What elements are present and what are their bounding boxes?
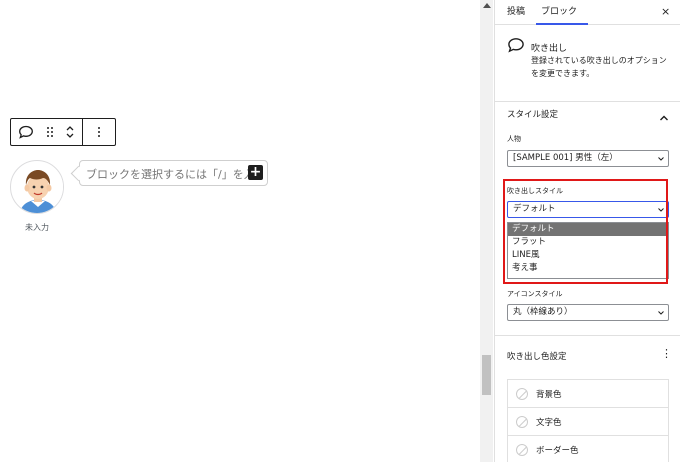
empty-swatch-icon: [516, 444, 528, 456]
empty-swatch-icon: [516, 416, 528, 428]
chevron-up-down-icon: [66, 126, 74, 138]
color-item-label: 背景色: [536, 390, 562, 400]
empty-swatch-icon: [516, 388, 528, 400]
block-options-button[interactable]: [83, 119, 115, 145]
avatar: [10, 160, 64, 214]
more-vertical-icon[interactable]: ⋮: [661, 348, 672, 360]
bubble-tail: [70, 165, 87, 182]
block-card-title: 吹き出し: [531, 44, 568, 54]
editor-canvas: 未入力 ブロックを選択するには「/」を入力 +: [0, 0, 480, 462]
icon-style-label: アイコンスタイル: [507, 290, 563, 298]
close-icon[interactable]: ×: [661, 6, 670, 18]
color-panel-title: 吹き出し色設定: [507, 352, 567, 362]
tab-block[interactable]: ブロック: [537, 0, 581, 25]
block-card: 吹き出し 登録されている吹き出しのオプションを変更できます。: [495, 26, 680, 102]
tab-post[interactable]: 投稿: [507, 0, 525, 25]
drag-handle[interactable]: [41, 119, 59, 145]
panel-divider: [495, 335, 680, 336]
color-item-border[interactable]: ボーダー色: [508, 436, 668, 462]
color-item-background[interactable]: 背景色: [508, 380, 668, 408]
drag-handle-icon: [46, 127, 53, 137]
move-up-down-buttons[interactable]: [59, 119, 83, 145]
active-tab-indicator: [536, 23, 588, 25]
block-type-button[interactable]: [11, 119, 41, 145]
icon-style-select-value: 丸（枠線あり）: [513, 307, 573, 317]
color-item-label: ボーダー色: [536, 446, 579, 456]
settings-sidebar: 投稿 ブロック × 吹き出し 登録されている吹き出しのオプションを変更できます。…: [494, 0, 680, 462]
person-select[interactable]: [SAMPLE 001] 男性（左）: [507, 150, 669, 167]
chevron-down-icon: [658, 311, 664, 315]
speech-bubble-icon: [18, 125, 33, 139]
person-label: 人物: [507, 135, 521, 143]
style-panel-title[interactable]: スタイル設定: [507, 108, 558, 120]
chevron-down-icon: [658, 157, 664, 161]
avatar-caption: 未入力: [25, 223, 49, 232]
chevron-up-icon[interactable]: [659, 107, 669, 126]
block-card-description: 登録されている吹き出しのオプションを変更できます。: [531, 56, 667, 78]
color-settings-list: 背景色 文字色 ボーダー色: [507, 379, 669, 462]
color-item-label: 文字色: [536, 418, 562, 428]
more-vertical-icon: [98, 127, 101, 137]
plus-icon[interactable]: +: [248, 165, 263, 180]
canvas-scrollbar[interactable]: [480, 0, 493, 462]
male-avatar-icon: [12, 162, 63, 213]
bubble-placeholder[interactable]: ブロックを選択するには「/」を入力: [86, 166, 248, 182]
person-select-value: [SAMPLE 001] 男性（左）: [513, 153, 618, 163]
block-toolbar: [10, 118, 116, 146]
scrollbar-thumb[interactable]: [482, 355, 491, 395]
highlight-annotation-box: [503, 179, 668, 284]
icon-style-select[interactable]: 丸（枠線あり）: [507, 304, 669, 321]
color-item-text[interactable]: 文字色: [508, 408, 668, 436]
speech-bubble-block[interactable]: ブロックを選択するには「/」を入力: [70, 160, 268, 186]
sidebar-tabs: 投稿 ブロック ×: [495, 0, 680, 25]
speech-bubble-icon: [507, 37, 525, 57]
scroll-up-arrow-icon[interactable]: [483, 3, 491, 8]
